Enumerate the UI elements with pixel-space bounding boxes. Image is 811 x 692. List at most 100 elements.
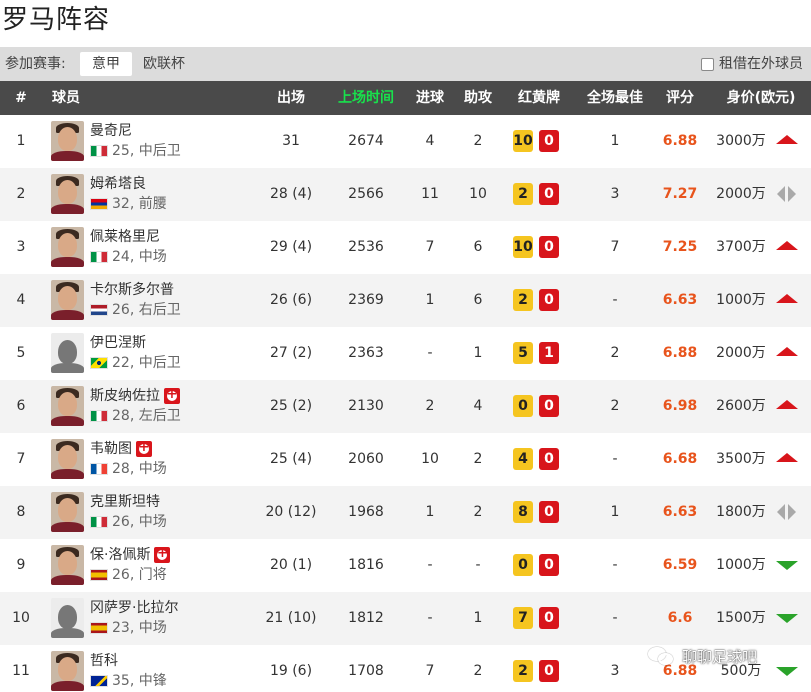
col-minutes[interactable]: 上场时间: [328, 81, 404, 115]
player-name[interactable]: 姆希塔良: [90, 175, 146, 193]
trend-up-icon: [776, 294, 798, 303]
avatar-placeholder[interactable]: [51, 598, 84, 638]
player-info: 24, 中场: [90, 248, 167, 266]
minutes-value: 1816: [348, 557, 384, 573]
player-name[interactable]: 冈萨罗·比拉尔: [90, 599, 178, 617]
player-info: 25, 中后卫: [90, 142, 181, 160]
avatar[interactable]: [51, 545, 84, 585]
goals-value: 1: [425, 504, 435, 520]
tab-europa-league[interactable]: 欧联杯: [136, 52, 192, 76]
player-age-position: 26, 右后卫: [112, 302, 181, 318]
col-value[interactable]: 身价(欧元): [716, 81, 806, 115]
motm-value: 3: [610, 186, 620, 202]
minutes-value: 2369: [348, 292, 384, 308]
motm-value: -: [612, 451, 618, 467]
yellow-card-count: 0: [513, 554, 533, 576]
avatar[interactable]: [51, 227, 84, 267]
yellow-card-count: 8: [513, 501, 533, 523]
player-name[interactable]: 佩莱格里尼: [90, 228, 160, 246]
table-row[interactable]: 7 韦勒图 28, 中场 25 (4) 2060 10 2 40 - 6.68 3500万: [0, 433, 811, 486]
player-age-position: 32, 前腰: [112, 196, 167, 212]
avatar-placeholder[interactable]: [51, 333, 84, 373]
col-apps[interactable]: 出场: [265, 81, 317, 115]
trend-flat-icon: [777, 186, 797, 202]
table-row[interactable]: 4 卡尔斯多尔普 26, 右后卫 26 (6) 2369 1 6 2 0 - 6.63 1000万: [0, 274, 811, 327]
player-info: 23, 中场: [90, 619, 167, 637]
player-name[interactable]: 韦勒图: [90, 440, 132, 458]
market-value: 1500万: [716, 610, 766, 626]
table-row[interactable]: 8 克里斯坦特 26, 中场 20 (12) 1968 1 2 8 0 1 6.63 1800万: [0, 486, 811, 539]
col-num: #: [15, 90, 27, 106]
tab-serie-a[interactable]: 意甲: [80, 52, 132, 76]
table-row[interactable]: 9 保·洛佩斯 26, 门将 20 (1) 1816 - - 00 - 6.59 1000万: [0, 539, 811, 592]
col-rating[interactable]: 评分: [658, 81, 702, 115]
rating-value: 6.88: [662, 345, 698, 361]
red-card-count: 0: [539, 607, 559, 629]
red-card-count: 0: [539, 554, 559, 576]
player-name[interactable]: 曼奇尼: [90, 122, 132, 140]
rating-value: 7.25: [662, 239, 698, 255]
table-row[interactable]: 5 伊巴涅斯 22, 中后卫 27 (2) 2363-1 5 1 2 6.88 2000万: [0, 327, 811, 380]
avatar[interactable]: [51, 174, 84, 214]
apps-value: 27 (2): [269, 345, 313, 361]
avatar[interactable]: [51, 386, 84, 426]
table-row[interactable]: 2 姆希塔良 32, 前腰 28 (4) 2566 11 10 2 0 3 7.27 2000万: [0, 168, 811, 221]
rating-value: 6.59: [662, 557, 698, 573]
col-cards[interactable]: 红黄牌: [509, 81, 569, 115]
player-name[interactable]: 保·洛佩斯: [90, 546, 150, 564]
player-name-line: 曼奇尼: [90, 122, 132, 140]
row-number: 10: [12, 610, 30, 626]
trend-flat-icon: [777, 504, 797, 520]
yellow-card-count: 10: [513, 130, 533, 152]
yellow-card-count: 4: [513, 448, 533, 470]
assists-value: 1: [473, 345, 483, 361]
loan-players-checkbox[interactable]: [701, 57, 714, 71]
avatar[interactable]: [51, 121, 84, 161]
yellow-card-count: 2: [513, 183, 533, 205]
avatar[interactable]: [51, 280, 84, 320]
minutes-value: 2060: [348, 451, 384, 467]
table-row[interactable]: 3 佩莱格里尼 24, 中场 29 (4) 2536 7 6 10 0 7 7.25 3700万: [0, 221, 811, 274]
player-age-position: 28, 左后卫: [112, 408, 181, 424]
motm-value: 7: [610, 239, 620, 255]
col-assists[interactable]: 助攻: [456, 81, 500, 115]
market-value: 2000万: [716, 186, 766, 202]
row-number: 11: [12, 663, 30, 679]
rating-value: 6.63: [662, 504, 698, 520]
table-row[interactable]: 10 冈萨罗·比拉尔 23, 中场 21 (10) 1812 - 1 7 0 - 6.6 1500万: [0, 592, 811, 645]
player-name[interactable]: 伊巴涅斯: [90, 334, 146, 352]
minutes-value: 1812: [348, 610, 384, 626]
avatar[interactable]: [51, 492, 84, 532]
avatar[interactable]: [51, 439, 84, 479]
player-age-position: 22, 中后卫: [112, 355, 181, 371]
row-number: 4: [16, 292, 26, 308]
row-number: 9: [16, 557, 26, 573]
player-name[interactable]: 卡尔斯多尔普: [90, 281, 174, 299]
avatar[interactable]: [51, 651, 84, 691]
player-name[interactable]: 克里斯坦特: [90, 493, 160, 511]
yellow-card-count: 2: [513, 289, 533, 311]
loan-players-toggle[interactable]: 租借在外球员: [701, 47, 803, 81]
col-goals[interactable]: 进球: [408, 81, 452, 115]
market-value: 3700万: [716, 239, 766, 255]
col-motm[interactable]: 全场最佳: [580, 81, 650, 115]
market-value: 1000万: [716, 557, 766, 573]
col-player: 球员: [52, 90, 80, 106]
table-row[interactable]: 1 曼奇尼 25, 中后卫 31 2674 4 2 10 0 1 6.88 3000万: [0, 115, 811, 168]
minutes-value: 2674: [348, 133, 384, 149]
assists-value: 6: [473, 292, 483, 308]
flag-bosnia-icon: [90, 675, 108, 687]
table-row[interactable]: 6 斯皮纳佐拉 28, 左后卫 25 (2) 2130 2 4 00 2 6.98 2600万: [0, 380, 811, 433]
assists-value: 2: [473, 133, 483, 149]
wechat-icon: [648, 646, 676, 666]
motm-value: -: [612, 610, 618, 626]
apps-value: 20 (12): [265, 504, 317, 520]
market-value: 2600万: [716, 398, 766, 414]
market-value: 3000万: [716, 133, 766, 149]
motm-value: -: [612, 557, 618, 573]
player-name[interactable]: 斯皮纳佐拉: [90, 387, 160, 405]
market-value: 3500万: [716, 451, 766, 467]
yellow-card-count: 5: [513, 342, 533, 364]
player-name[interactable]: 哲科: [90, 652, 118, 670]
assists-value: -: [475, 557, 481, 573]
